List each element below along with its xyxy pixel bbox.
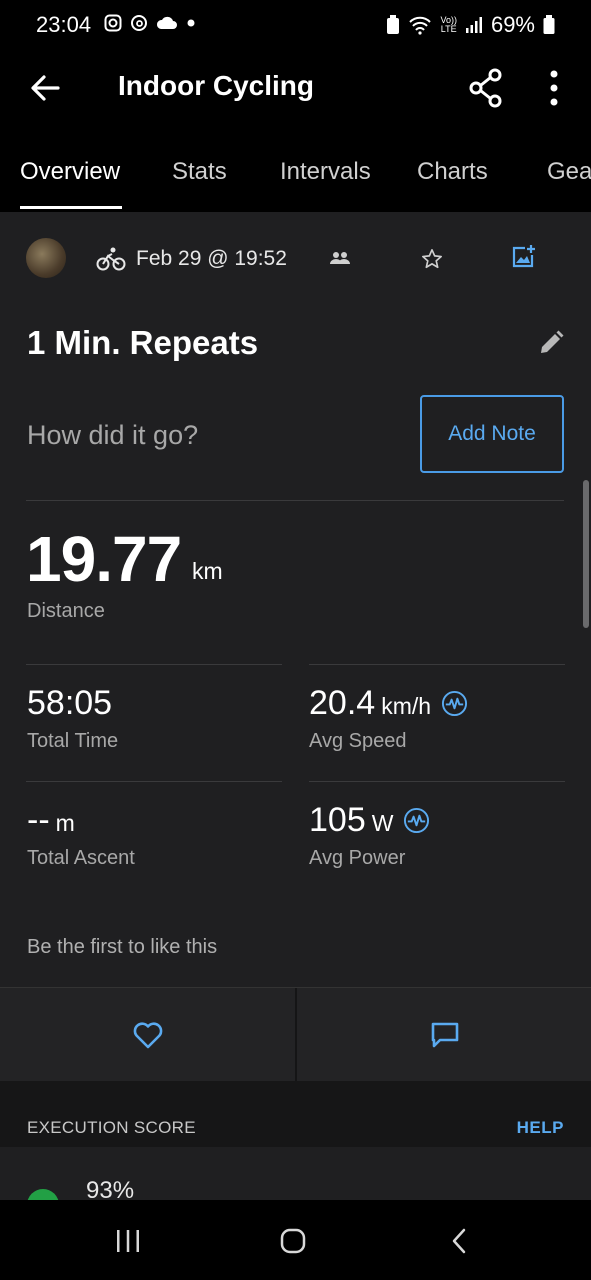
tab-bar: Overview Stats Intervals Charts Gea <box>0 124 591 212</box>
threads-icon <box>131 15 147 31</box>
overview-content: Feb 29 @ 19:52 1 Min. Repeats How did it… <box>0 212 591 1200</box>
total-ascent-value: -- m <box>27 801 75 839</box>
page-title: Indoor Cycling <box>118 70 314 101</box>
comment-icon <box>431 1022 458 1048</box>
volte-indicator: Vo)) LTE <box>440 15 457 34</box>
more-vertical-icon <box>550 70 558 106</box>
total-ascent-unit: m <box>55 810 75 836</box>
privacy-button[interactable] <box>326 248 354 268</box>
how-did-it-go-prompt[interactable]: How did it go? <box>27 420 198 451</box>
add-photo-icon <box>512 245 535 268</box>
avg-speed-value: 20.4 km/h <box>309 684 468 723</box>
arrow-left-icon <box>31 75 60 101</box>
back-button[interactable] <box>26 68 66 108</box>
divider <box>26 664 282 665</box>
total-time-value: 58:05 <box>27 684 113 722</box>
signal-icon <box>465 17 482 33</box>
recent-apps-button[interactable] <box>98 1222 158 1260</box>
app-bar: Indoor Cycling <box>0 52 591 124</box>
scrollbar[interactable] <box>583 480 589 628</box>
tab-charts[interactable]: Charts <box>417 158 488 186</box>
star-icon <box>422 249 442 269</box>
activity-date: Feb 29 @ 19:52 <box>136 247 287 270</box>
home-icon <box>280 1228 306 1254</box>
avg-power-unit: W <box>371 810 394 836</box>
status-time: 23:04 <box>36 12 92 37</box>
home-button[interactable] <box>263 1222 323 1260</box>
recent-apps-icon <box>117 1230 139 1252</box>
add-photo-button[interactable] <box>508 242 538 272</box>
score-value: 93% <box>86 1177 135 1200</box>
tab-overview[interactable]: Overview <box>20 158 120 186</box>
help-link[interactable]: HELP <box>517 1118 564 1138</box>
divider <box>309 664 565 665</box>
pencil-icon <box>541 330 564 353</box>
score-indicator <box>27 1189 59 1200</box>
cloud-icon <box>156 16 177 29</box>
active-tab-indicator <box>20 206 122 209</box>
comment-button[interactable] <box>297 988 591 1082</box>
chevron-left-icon <box>452 1228 466 1254</box>
divider <box>309 781 565 782</box>
divider <box>26 781 282 782</box>
avg-power-label: Avg Power <box>309 847 406 869</box>
heart-rate-wave-icon[interactable] <box>441 690 468 717</box>
distance-label: Distance <box>27 600 105 622</box>
like-button[interactable] <box>0 988 295 1082</box>
more-options-button[interactable] <box>536 68 572 108</box>
share-button[interactable] <box>466 66 506 110</box>
battery-percent: 69% <box>490 12 535 37</box>
system-nav-bar <box>0 1200 591 1280</box>
status-bar: 23:04 Vo)) LTE 69% <box>0 0 591 52</box>
execution-score-row: 93% <box>0 1147 591 1200</box>
wifi-icon <box>409 16 432 35</box>
likes-text: Be the first to like this <box>27 936 218 958</box>
total-ascent-label: Total Ascent <box>27 847 135 869</box>
instagram-icon <box>104 14 122 32</box>
total-time-label: Total Time <box>27 730 119 752</box>
share-icon <box>469 68 502 108</box>
battery-icon <box>543 15 555 34</box>
activity-name: 1 Min. Repeats <box>27 324 259 361</box>
edit-name-button[interactable] <box>536 328 566 358</box>
system-status: Vo)) LTE 69% <box>386 12 555 38</box>
avatar[interactable] <box>26 238 66 278</box>
tab-gear[interactable]: Gea <box>547 158 591 186</box>
power-wave-icon[interactable] <box>403 807 430 834</box>
tab-stats[interactable]: Stats <box>172 158 227 186</box>
bike-icon <box>96 247 126 271</box>
tab-intervals[interactable]: Intervals <box>280 158 371 186</box>
back-nav-button[interactable] <box>430 1222 490 1260</box>
section-title: EXECUTION SCORE <box>27 1118 196 1137</box>
notification-icons <box>104 14 196 32</box>
avg-speed-unit: km/h <box>381 693 432 719</box>
distance-unit: km <box>192 558 223 584</box>
distance-value: 19.77 <box>26 523 182 595</box>
add-note-button[interactable]: Add Note <box>420 395 564 473</box>
battery-saver-icon <box>387 15 400 34</box>
avg-speed-label: Avg Speed <box>309 730 407 752</box>
divider <box>26 500 564 501</box>
activity-meta: Feb 29 @ 19:52 <box>96 246 287 272</box>
avg-power-value: 105 W <box>309 801 430 840</box>
social-actions <box>0 987 591 1082</box>
favorite-button[interactable] <box>418 246 446 272</box>
execution-score-header: EXECUTION SCORE HELP <box>0 1081 591 1147</box>
people-icon <box>330 252 350 264</box>
heart-icon <box>133 1022 162 1049</box>
dot-icon <box>187 19 195 27</box>
